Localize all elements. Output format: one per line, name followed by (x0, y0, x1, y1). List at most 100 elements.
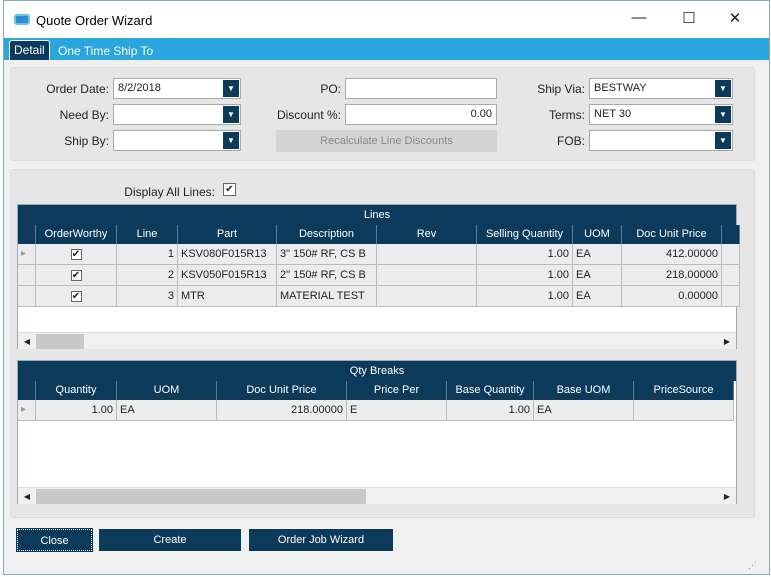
lines-grid: Lines ◀ ▶ OrderWorthy Line Part Description R… (17, 204, 740, 349)
row-selector[interactable] (18, 265, 36, 286)
table-cell (722, 265, 740, 286)
column-header[interactable]: OrderWorthy (36, 225, 117, 244)
fob-field[interactable]: ▼ (589, 130, 733, 151)
create-button[interactable]: Create (99, 529, 241, 551)
display-all-lines-checkbox[interactable]: ✔ (223, 183, 236, 196)
minimize-button[interactable]: — (624, 9, 654, 31)
scroll-left-icon[interactable]: ◀ (19, 334, 35, 349)
window-title: Quote Order Wizard (36, 13, 153, 28)
need-by-field[interactable]: ▼ (113, 104, 241, 125)
terms-field[interactable]: NET 30 ▼ (589, 104, 733, 125)
order-worthy-checkbox[interactable]: ✔ (70, 290, 82, 302)
recalculate-line-discounts-button[interactable]: Recalculate Line Discounts (276, 130, 497, 152)
column-header[interactable]: Line (117, 225, 178, 244)
table-cell[interactable]: ✔ (36, 244, 117, 265)
resize-grip-icon[interactable]: ⋰ (748, 560, 757, 571)
qty-breaks-horizontal-scrollbar[interactable]: ◀ ▶ (18, 487, 736, 504)
row-selector[interactable] (18, 286, 36, 307)
ship-by-label: Ship By: (64, 134, 109, 148)
order-date-label: Order Date: (46, 82, 109, 96)
chevron-down-icon[interactable]: ▼ (223, 106, 239, 123)
close-window-button[interactable]: ✕ (720, 9, 750, 31)
chevron-down-icon[interactable]: ▼ (715, 132, 731, 149)
column-header[interactable]: Doc Unit Price (217, 381, 347, 400)
table-cell[interactable]: ✔ (36, 265, 117, 286)
column-header[interactable]: Quantity (36, 381, 117, 400)
ship-via-value: BESTWAY (594, 82, 647, 94)
table-cell: 0.00000 (622, 286, 722, 307)
table-cell: 218.00000 (622, 265, 722, 286)
table-cell: 218.00000 (217, 400, 347, 421)
chevron-down-icon[interactable]: ▼ (715, 80, 731, 97)
column-header[interactable]: Doc Unit Price (622, 225, 722, 244)
order-job-wizard-button[interactable]: Order Job Wizard (249, 529, 393, 551)
close-button[interactable]: Close (16, 528, 93, 552)
column-header[interactable]: Base UOM (534, 381, 634, 400)
table-cell: 3 (117, 286, 178, 307)
ship-by-field[interactable]: ▼ (113, 130, 241, 151)
column-header[interactable] (722, 225, 740, 244)
lines-horizontal-scrollbar[interactable]: ◀ ▶ (18, 332, 736, 349)
table-cell[interactable]: ✔ (36, 286, 117, 307)
column-header[interactable]: UOM (573, 225, 622, 244)
column-header[interactable]: Base Quantity (447, 381, 534, 400)
discount-label: Discount %: (276, 108, 341, 122)
table-cell: EA (573, 286, 622, 307)
chevron-down-icon[interactable]: ▼ (223, 132, 239, 149)
table-cell (377, 265, 477, 286)
ship-via-field[interactable]: BESTWAY ▼ (589, 78, 733, 99)
table-cell: MATERIAL TEST (277, 286, 377, 307)
po-label: PO: (320, 82, 341, 96)
chevron-down-icon[interactable]: ▼ (715, 106, 731, 123)
table-cell: 1.00 (36, 400, 117, 421)
table-cell: 2 (117, 265, 178, 286)
fob-label: FOB: (556, 134, 585, 148)
table-cell (377, 286, 477, 307)
po-field[interactable] (345, 78, 497, 99)
row-selector[interactable]: ▸ (18, 400, 36, 421)
order-date-field[interactable]: 8/2/2018 ▼ (113, 78, 241, 99)
lines-grid-title: Lines (18, 205, 736, 225)
tab-strip: Detail One Time Ship To (4, 38, 769, 60)
scroll-thumb[interactable] (36, 489, 366, 504)
column-header[interactable]: Selling Quantity (477, 225, 573, 244)
column-header[interactable]: Description (277, 225, 377, 244)
column-header[interactable]: Part (178, 225, 277, 244)
row-selector-header (18, 381, 36, 400)
table-cell: EA (573, 265, 622, 286)
maximize-button[interactable]: ☐ (674, 9, 704, 31)
display-all-lines-label: Display All Lines: (124, 185, 215, 199)
table-cell: EA (534, 400, 634, 421)
column-header[interactable]: UOM (117, 381, 217, 400)
scroll-thumb[interactable] (36, 334, 84, 349)
table-cell: EA (117, 400, 217, 421)
column-header[interactable]: Rev (377, 225, 477, 244)
tab-one-time-ship-to[interactable]: One Time Ship To (58, 42, 153, 62)
column-header[interactable]: Price Per (347, 381, 447, 400)
scroll-right-icon[interactable]: ▶ (719, 334, 735, 349)
table-cell: 1.00 (477, 265, 573, 286)
table-cell: 2" 150# RF, CS B (277, 265, 377, 286)
scroll-right-icon[interactable]: ▶ (719, 489, 735, 504)
table-cell: 3" 150# RF, CS B (277, 244, 377, 265)
terms-label: Terms: (549, 108, 585, 122)
table-cell (722, 244, 740, 265)
row-selector[interactable]: ▸ (18, 244, 36, 265)
tab-detail[interactable]: Detail (9, 40, 50, 60)
qty-breaks-grid-title: Qty Breaks (18, 361, 736, 381)
ship-via-label: Ship Via: (537, 82, 585, 96)
row-selector-header (18, 225, 36, 244)
chevron-down-icon[interactable]: ▼ (223, 80, 239, 97)
order-worthy-checkbox[interactable]: ✔ (70, 248, 82, 260)
order-worthy-checkbox[interactable]: ✔ (70, 269, 82, 281)
terms-value: NET 30 (594, 108, 632, 120)
table-cell: KSV050F015R13 (178, 265, 277, 286)
column-header[interactable]: PriceSource (634, 381, 734, 400)
discount-field[interactable]: 0.00 (345, 104, 497, 125)
title-bar: Quote Order Wizard — ☐ ✕ (4, 1, 769, 38)
table-cell: E (347, 400, 447, 421)
app-icon (14, 14, 30, 25)
table-cell: 412.00000 (622, 244, 722, 265)
scroll-left-icon[interactable]: ◀ (19, 489, 35, 504)
table-cell: KSV080F015R13 (178, 244, 277, 265)
